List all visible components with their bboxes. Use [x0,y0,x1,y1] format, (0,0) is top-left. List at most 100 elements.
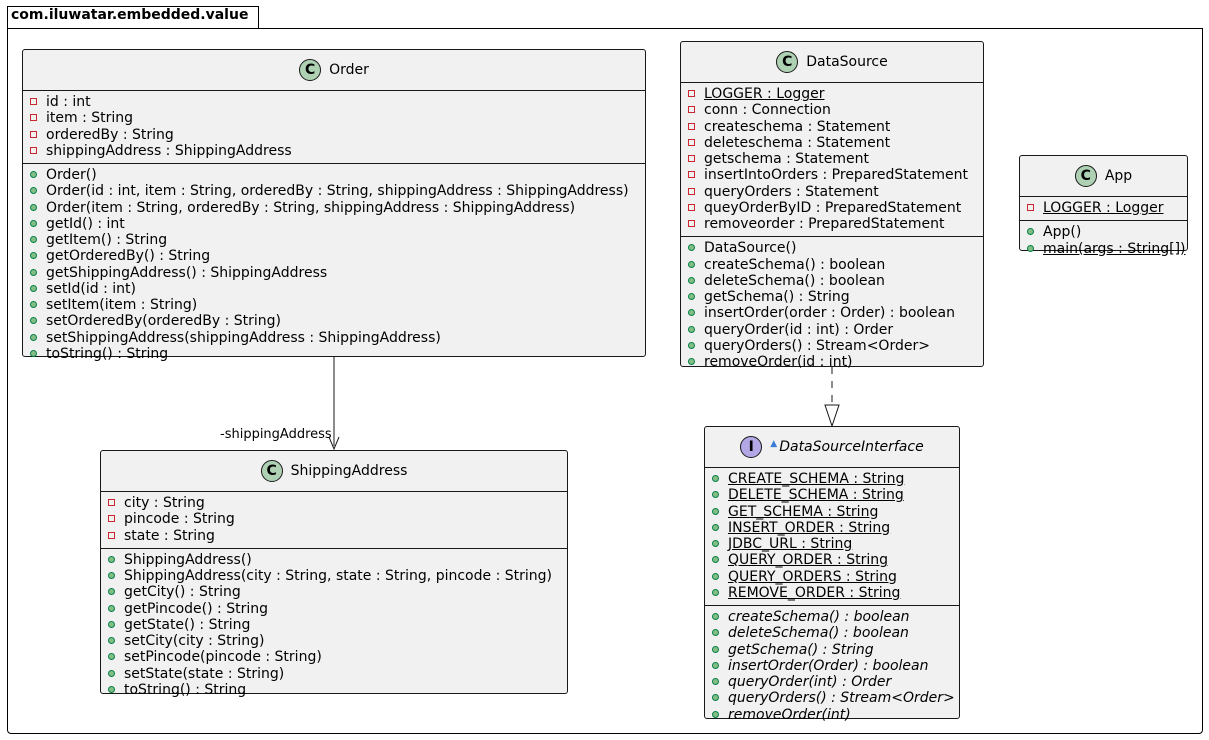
field-text: INSERT_ORDER : String [728,519,891,536]
method-text: getSchema() : String [728,641,874,658]
method-row: toString() : String [23,346,645,362]
method-text: toString() : String [46,345,169,362]
method-row: ShippingAddress(city : String, state : S… [101,568,567,584]
field-text: queyOrderByID : PreparedStatement [704,199,962,216]
public-visibility-icon [712,629,719,637]
method-text: removeOrder(id : int) [704,354,853,370]
field-text: deleteschema : Statement [704,134,891,151]
method-row: toString() : String [101,682,567,698]
field-row: conn : Connection [681,102,983,118]
fields-section: id : int item : String orderedBy : String s… [23,91,645,164]
method-row: getPincode() : String [101,601,567,617]
method-text: Order() [46,167,97,183]
method-text: getItem() : String [46,232,168,248]
method-row: removeOrder(id : int) [681,354,983,370]
method-text: queryOrder(id : int) : Order [704,321,894,338]
public-visibility-icon [30,171,37,178]
class-order[interactable]: C Order id : int item : String orderedBy :… [22,49,646,362]
field-text: item : String [46,110,134,127]
field-row: id : int [23,94,645,110]
field-text: conn : Connection [704,102,831,119]
field-row: getschema : Statement [681,151,983,167]
method-text: insertOrder(Order) : boolean [728,657,929,674]
field-row: shippingAddress : ShippingAddress [23,143,645,159]
method-row: main(args : String[]) [1020,241,1187,257]
public-visibility-icon [712,613,719,620]
public-visibility-icon [712,645,719,653]
field-text: state : String [124,527,215,544]
method-row: setId(id : int) [23,281,645,297]
fields-section: LOGGER : Logger [1020,197,1187,222]
private-visibility-icon [108,531,115,539]
method-text: deleteSchema() : boolean [704,272,885,289]
method-row: removeOrder(int) [705,707,959,723]
public-visibility-icon [30,317,37,325]
method-text: insertOrder(order : Order) : boolean [704,305,955,322]
class-name: Order [329,62,369,78]
field-text: QUERY_ORDER : String [728,552,888,569]
public-visibility-icon [30,349,37,357]
method-row: insertOrder(Order) : boolean [705,658,959,674]
public-visibility-icon [108,555,115,563]
method-row: setOrderedBy(orderedBy : String) [23,313,645,329]
class-header: C DataSource [681,42,983,83]
method-text: ShippingAddress() [124,551,252,568]
private-visibility-icon [688,203,695,211]
method-row: App() [1020,224,1187,240]
methods-section: App() main(args : String[]) [1020,221,1187,261]
field-text: getschema : Statement [704,151,869,167]
public-visibility-icon [30,187,37,195]
field-row: removeorder : PreparedStatement [681,216,983,232]
class-header: C Order [23,50,645,91]
public-visibility-icon [712,507,719,515]
field-row: pincode : String [101,511,567,527]
field-row: CREATE_SCHEMA : String [705,471,959,487]
method-row: getItem() : String [23,232,645,248]
method-row: queryOrder(int) : Order [705,674,959,690]
class-shippingaddress[interactable]: C ShippingAddress city : String pincode :… [100,450,568,698]
method-row: queryOrder(id : int) : Order [681,322,983,338]
field-text: GET_SCHEMA : String [728,503,879,520]
method-text: queryOrders() : Stream<Order> [704,337,930,354]
method-row: setState(state : String) [101,666,567,682]
method-row: getSchema() : String [705,642,959,658]
public-visibility-icon [712,678,719,685]
method-text: getOrderedBy() : String [46,248,211,265]
interface-datasourceinterface[interactable]: I ▲ DataSourceInterface CREATE_SCHEMA : … [704,426,960,723]
method-row: getSchema() : String [681,289,983,305]
public-visibility-icon [712,540,719,547]
public-visibility-icon [688,309,695,317]
field-text: LOGGER : Logger [704,86,825,102]
method-text: setShippingAddress(shippingAddress : Shi… [46,329,441,346]
private-visibility-icon [688,171,695,179]
class-datasource[interactable]: C DataSource LOGGER : Logger conn : Conne… [680,41,984,370]
method-row: getOrderedBy() : String [23,248,645,264]
method-row: insertOrder(order : Order) : boolean [681,305,983,321]
public-visibility-icon [108,669,115,677]
field-row: orderedBy : String [23,127,645,143]
field-row: QUERY_ORDERS : String [705,569,959,585]
field-row: INSERT_ORDER : String [705,520,959,536]
field-row: QUERY_ORDER : String [705,552,959,568]
field-text: REMOVE_ORDER : String [728,584,901,601]
public-visibility-icon [712,475,719,482]
private-visibility-icon [688,155,695,162]
method-row: createSchema() : boolean [705,609,959,625]
class-app[interactable]: C App LOGGER : Logger App() main(args : S… [1019,155,1188,257]
field-text: shippingAddress : ShippingAddress [46,142,292,159]
method-text: ShippingAddress(city : String, state : S… [124,568,552,584]
public-visibility-icon [108,572,115,579]
field-row: item : String [23,110,645,126]
public-visibility-icon [108,653,115,661]
field-row: state : String [101,528,567,544]
method-text: setCity(city : String) [124,633,265,649]
class-stereotype-icon: C [260,460,283,482]
class-name: ShippingAddress [290,463,408,479]
public-visibility-icon [712,556,719,564]
public-visibility-icon [688,293,695,300]
public-visibility-icon [108,620,115,628]
field-row: queryOrders : Statement [681,184,983,200]
method-text: setId(id : int) [46,280,136,297]
public-visibility-icon [30,268,37,276]
method-text: getState() : String [124,616,251,633]
